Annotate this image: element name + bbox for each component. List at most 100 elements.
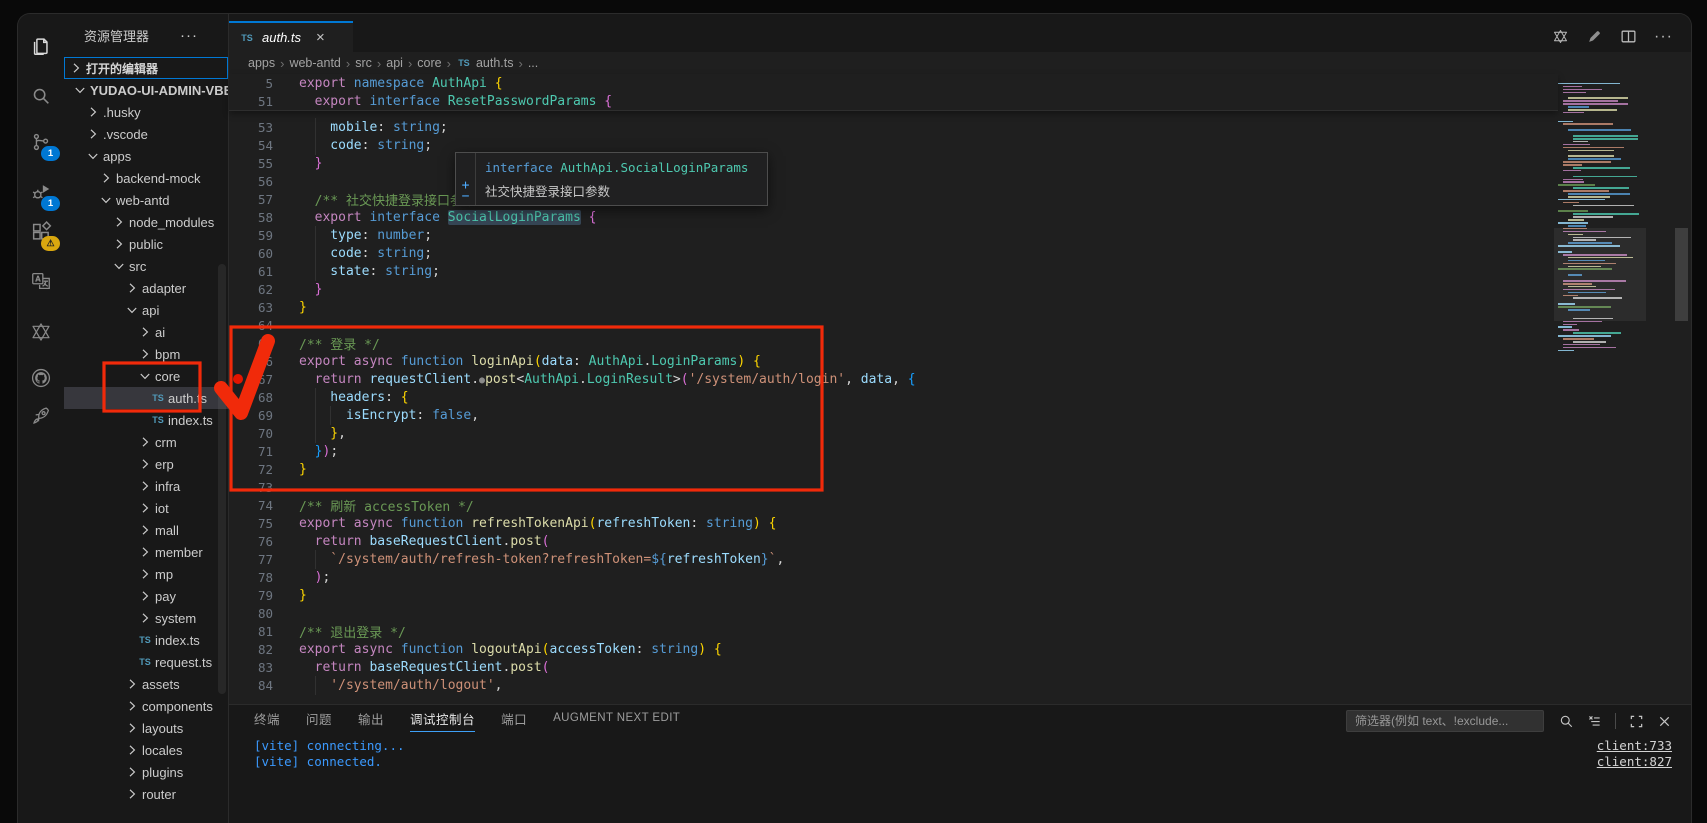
- code-line-74[interactable]: 74/** 刷新 accessToken */: [229, 496, 1558, 514]
- tree-item-public[interactable]: public: [64, 233, 228, 255]
- code-line-65[interactable]: 65/** 登录 */: [229, 334, 1558, 352]
- activity-source-control-icon[interactable]: 1: [25, 126, 57, 158]
- activity-search-icon[interactable]: [25, 80, 57, 112]
- console-source-link[interactable]: client:827: [1597, 754, 1672, 769]
- hover-zoom-out-button[interactable]: −: [462, 191, 470, 202]
- tree-item-iot[interactable]: iot: [64, 497, 228, 519]
- tree-item-auth.ts[interactable]: TSauth.ts: [64, 387, 228, 409]
- panel-tab-augment-next-edit[interactable]: AUGMENT NEXT EDIT: [553, 705, 680, 732]
- code-line-53[interactable]: 53 mobile: string;: [229, 118, 1558, 136]
- code-line-61[interactable]: 61 state: string;: [229, 262, 1558, 280]
- tree-item-src[interactable]: src: [64, 255, 228, 277]
- code-line-68[interactable]: 68 headers: {: [229, 388, 1558, 406]
- tree-item-erp[interactable]: erp: [64, 453, 228, 475]
- search-icon[interactable]: [1559, 714, 1574, 729]
- code-line-60[interactable]: 60 code: string;: [229, 244, 1558, 262]
- code-line-5[interactable]: 5export namespace AuthApi {: [229, 74, 1558, 92]
- breakpoint-icon[interactable]: [229, 374, 247, 384]
- tree-item-web-antd[interactable]: web-antd: [64, 189, 228, 211]
- code-line-82[interactable]: 82export async function logoutApi(access…: [229, 640, 1558, 658]
- code-line-78[interactable]: 78 );: [229, 568, 1558, 586]
- breadcrumb-auth.ts[interactable]: TSauth.ts: [456, 56, 514, 70]
- code-line-56[interactable]: 56: [229, 172, 1558, 190]
- panel-tab---[interactable]: 问题: [306, 705, 332, 732]
- tree-item-index.ts[interactable]: TSindex.ts: [64, 409, 228, 431]
- breadcrumb-apps[interactable]: apps: [248, 56, 275, 70]
- code-line-77[interactable]: 77 `/system/auth/refresh-token?refreshTo…: [229, 550, 1558, 568]
- tree-item-member[interactable]: member: [64, 541, 228, 563]
- tree-item-system[interactable]: system: [64, 607, 228, 629]
- close-panel-icon[interactable]: [1657, 714, 1672, 729]
- code-line-67[interactable]: 67 return requestClient.●post<AuthApi.Lo…: [229, 370, 1558, 388]
- tab-auth-ts[interactable]: TS auth.ts ×: [229, 21, 353, 52]
- breadcrumb-api[interactable]: api: [386, 56, 403, 70]
- tree-item-bpm[interactable]: bpm: [64, 343, 228, 365]
- tree-item-crm[interactable]: crm: [64, 431, 228, 453]
- code-line-79[interactable]: 79}: [229, 586, 1558, 604]
- code-line-76[interactable]: 76 return baseRequestClient.post(: [229, 532, 1558, 550]
- split-editor-icon[interactable]: [1620, 28, 1637, 45]
- code-line-75[interactable]: 75export async function refreshTokenApi(…: [229, 514, 1558, 532]
- tree-item-.husky[interactable]: .husky: [64, 101, 228, 123]
- tree-item-components[interactable]: components: [64, 695, 228, 717]
- code-line-72[interactable]: 72}: [229, 460, 1558, 478]
- panel-tab------[interactable]: 调试控制台: [410, 705, 475, 732]
- code-line-84[interactable]: 84 '/system/auth/logout',: [229, 676, 1558, 694]
- code-line-71[interactable]: 71 });: [229, 442, 1558, 460]
- editor-scrollbar[interactable]: [1675, 228, 1688, 321]
- panel-tab---[interactable]: 终端: [254, 705, 280, 732]
- tree-item-request.ts[interactable]: TSrequest.ts: [64, 651, 228, 673]
- activity-explorer-icon[interactable]: [25, 30, 57, 62]
- clear-console-icon[interactable]: [1587, 714, 1602, 729]
- breadcrumb-web-antd[interactable]: web-antd: [289, 56, 340, 70]
- tree-item-pay[interactable]: pay: [64, 585, 228, 607]
- minimap-viewport[interactable]: [1554, 228, 1646, 321]
- code-line-80[interactable]: 80: [229, 604, 1558, 622]
- code-line-81[interactable]: 81/** 退出登录 */: [229, 622, 1558, 640]
- code-line-54[interactable]: 54 code: string;: [229, 136, 1558, 154]
- code-line-51[interactable]: 51 export interface ResetPasswordParams …: [229, 92, 1558, 110]
- code-line-58[interactable]: 58 export interface SocialLoginParams {: [229, 208, 1558, 226]
- activity-run-debug-icon[interactable]: 1: [25, 176, 57, 208]
- tree-item-mall[interactable]: mall: [64, 519, 228, 541]
- pencil-icon[interactable]: [1586, 28, 1603, 45]
- openai-icon[interactable]: [1552, 28, 1569, 45]
- tree-item-node_modules[interactable]: node_modules: [64, 211, 228, 233]
- tree-item-core[interactable]: core: [64, 365, 228, 387]
- tree-item-backend-mock[interactable]: backend-mock: [64, 167, 228, 189]
- panel-tab---[interactable]: 输出: [358, 705, 384, 732]
- code-line-64[interactable]: 64: [229, 316, 1558, 334]
- tree-item-infra[interactable]: infra: [64, 475, 228, 497]
- breadcrumb-core[interactable]: core: [417, 56, 441, 70]
- breadcrumb-...[interactable]: ...: [528, 56, 538, 70]
- code-line-66[interactable]: 66export async function loginApi(data: A…: [229, 352, 1558, 370]
- close-tab-icon[interactable]: ×: [316, 33, 325, 43]
- activity-openai-icon[interactable]: [25, 316, 57, 348]
- code-line-57[interactable]: 57 /** 社交快捷登录接口参数 */: [229, 190, 1558, 208]
- more-actions-icon[interactable]: ···: [1654, 28, 1673, 46]
- sidebar-scrollbar[interactable]: [218, 264, 226, 694]
- code-line-59[interactable]: 59 type: number;: [229, 226, 1558, 244]
- code-line-62[interactable]: 62 }: [229, 280, 1558, 298]
- code-line-69[interactable]: 69 isEncrypt: false,: [229, 406, 1558, 424]
- activity-rocket-icon[interactable]: [25, 400, 57, 432]
- tree-item-router[interactable]: router: [64, 783, 228, 805]
- tree-item-plugins[interactable]: plugins: [64, 761, 228, 783]
- console-source-link[interactable]: client:733: [1597, 738, 1672, 753]
- activity-github-icon[interactable]: [25, 362, 57, 394]
- code-editor[interactable]: 53 mobile: string;54 code: string;55 }56…: [229, 74, 1691, 704]
- maximize-panel-icon[interactable]: [1629, 714, 1644, 729]
- tree-item-locales[interactable]: locales: [64, 739, 228, 761]
- tree-item-mp[interactable]: mp: [64, 563, 228, 585]
- code-line-73[interactable]: 73: [229, 478, 1558, 496]
- tree-item-assets[interactable]: assets: [64, 673, 228, 695]
- activity-translate-icon[interactable]: [25, 265, 57, 297]
- breadcrumb-src[interactable]: src: [355, 56, 372, 70]
- code-line-63[interactable]: 63}: [229, 298, 1558, 316]
- panel-tab---[interactable]: 端口: [501, 705, 527, 732]
- tree-item-adapter[interactable]: adapter: [64, 277, 228, 299]
- tree-item-apps[interactable]: apps: [64, 145, 228, 167]
- tree-item-index.ts[interactable]: TSindex.ts: [64, 629, 228, 651]
- code-line-83[interactable]: 83 return baseRequestClient.post(: [229, 658, 1558, 676]
- tree-item-.vscode[interactable]: .vscode: [64, 123, 228, 145]
